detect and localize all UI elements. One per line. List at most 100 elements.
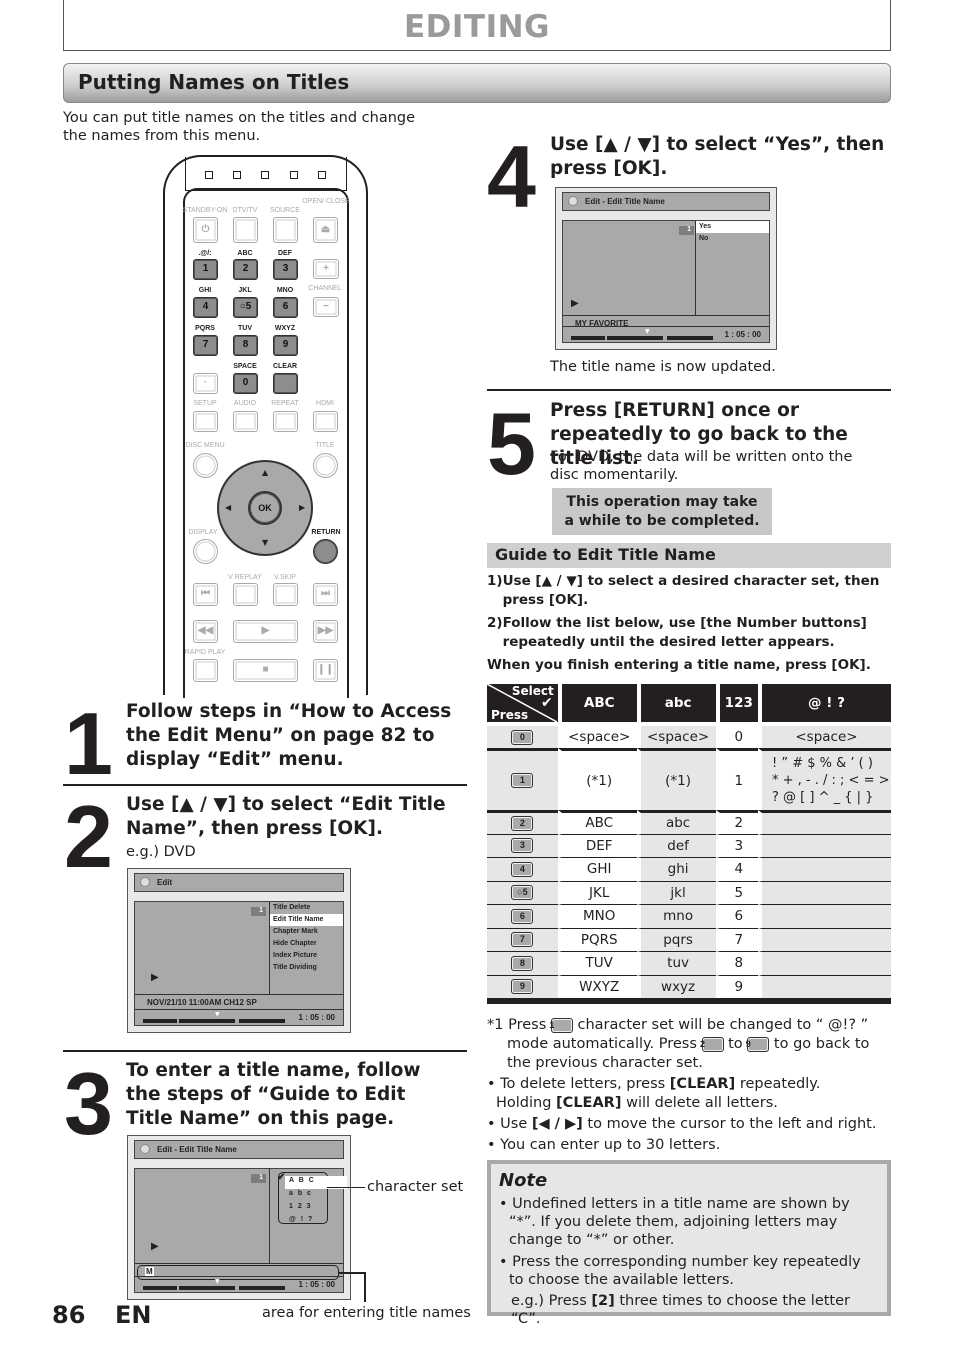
table-row: 7 PQRS pqrs 7 bbox=[487, 927, 891, 951]
clear-button[interactable] bbox=[273, 373, 298, 394]
key-1-icon: 1 bbox=[549, 1017, 573, 1033]
character-set-panel: ✔ A B Ca b c1 2 3 @ ! ? bbox=[269, 1169, 347, 1263]
skip-forward-button[interactable]: ⏭ bbox=[313, 583, 338, 606]
charset-option[interactable]: @ ! ? bbox=[287, 1215, 339, 1228]
skip-back-button[interactable]: ⏮ bbox=[193, 583, 218, 606]
table-cell: 6 bbox=[715, 904, 758, 928]
corner-press: Press bbox=[491, 708, 529, 722]
screen-title: Edit bbox=[157, 878, 173, 887]
corner-header: Select ✔ Press bbox=[487, 684, 558, 722]
right-arrow-icon[interactable]: ▶ bbox=[299, 503, 305, 512]
menu-item[interactable]: Title Dividing bbox=[270, 962, 343, 974]
menu-item[interactable]: No bbox=[696, 233, 769, 245]
disc-menu-button[interactable] bbox=[193, 453, 218, 478]
rewind-button[interactable]: ◀◀ bbox=[193, 620, 218, 643]
table-cell: 9 bbox=[715, 974, 758, 998]
key-1-button[interactable]: 1 bbox=[193, 259, 218, 280]
table-cell bbox=[758, 927, 891, 951]
number-key-icon: 7 bbox=[511, 932, 534, 948]
key-3-button[interactable]: 3 bbox=[273, 259, 298, 280]
table-cell: MNO bbox=[557, 904, 637, 928]
remote-label: HDMI bbox=[316, 400, 334, 407]
time-display: 1 : 05 : 00 bbox=[298, 1280, 335, 1289]
character-table: Select ✔ Press ABC abc 123 @ ! ? 0 <space> <space… bbox=[487, 684, 891, 1004]
v-replay-button[interactable] bbox=[233, 583, 258, 606]
indicator-light bbox=[318, 171, 326, 179]
table-cell bbox=[758, 904, 891, 928]
screen-title: Edit - Edit Title Name bbox=[157, 1145, 237, 1154]
audio-button[interactable] bbox=[233, 411, 258, 432]
hdmi-button[interactable] bbox=[313, 411, 338, 432]
step-2-title: Use [▲ / ▼] to select “Edit Title Name”,… bbox=[126, 794, 446, 839]
key-9-button[interactable]: 9 bbox=[273, 335, 298, 356]
play-button[interactable]: ▶ bbox=[233, 620, 298, 643]
note-item: • Press the corresponding number key rep… bbox=[499, 1254, 861, 1288]
key-0-button[interactable]: 0 bbox=[233, 373, 258, 394]
v-skip-button[interactable] bbox=[273, 583, 298, 606]
dtv-tv-button[interactable] bbox=[233, 217, 258, 243]
table-row: 1 (*1) (*1) 1! ” # $ % & ’ ( ) * + , - . / … bbox=[487, 748, 891, 810]
play-icon: ▶ bbox=[151, 1241, 159, 1252]
table-cell: mno bbox=[636, 904, 716, 928]
number-key-icon: 1 bbox=[511, 773, 534, 788]
menu-item[interactable]: Yes bbox=[696, 221, 769, 233]
key-7-button[interactable]: 7 bbox=[193, 335, 218, 356]
remote-control-illustration: STANDBY-ON DTV/TV SOURCE OPEN/ CLOSE ⏻ ⏏ .@/: A… bbox=[163, 155, 368, 698]
remote-label: OPEN/ CLOSE bbox=[302, 198, 350, 205]
menu-item[interactable]: Hide Chapter bbox=[270, 938, 343, 950]
key-2-icon: 2 bbox=[700, 1036, 724, 1052]
key-2-button[interactable]: 2 bbox=[233, 259, 258, 280]
menu-item[interactable]: Edit Title Name bbox=[270, 914, 343, 926]
setup-button[interactable] bbox=[193, 411, 218, 432]
table-cell: WXYZ bbox=[557, 974, 637, 998]
channel-up-button[interactable]: + bbox=[313, 259, 339, 279]
stop-button[interactable]: ■ bbox=[233, 659, 298, 682]
display-button[interactable] bbox=[193, 539, 218, 564]
dot-button[interactable]: · bbox=[193, 373, 218, 394]
source-button[interactable] bbox=[273, 217, 298, 243]
section-bar: Putting Names on Titles bbox=[63, 63, 891, 103]
table-cell bbox=[758, 833, 891, 857]
key-6-button[interactable]: 6 bbox=[273, 297, 298, 318]
pause-button[interactable]: ❙❙ bbox=[313, 659, 338, 682]
table-cell bbox=[758, 951, 891, 975]
menu-item[interactable]: Title Delete bbox=[270, 902, 343, 914]
up-arrow-icon[interactable]: ▲ bbox=[262, 468, 268, 477]
table-row: 4 GHI ghi 4 bbox=[487, 857, 891, 881]
key-4-button[interactable]: 4 bbox=[193, 297, 218, 318]
step-number: 5 bbox=[487, 394, 536, 493]
menu-item[interactable]: Chapter Mark bbox=[270, 926, 343, 938]
step-4-result: The title name is now updated. bbox=[550, 359, 776, 375]
table-cell: JKL bbox=[557, 880, 637, 904]
play-icon: ▶ bbox=[571, 298, 579, 309]
charset-option[interactable]: 1 2 3 bbox=[287, 1202, 339, 1215]
table-cell: 3 bbox=[715, 833, 758, 857]
repeat-button[interactable] bbox=[273, 411, 298, 432]
table-cell: ABC bbox=[557, 810, 637, 834]
title-button[interactable] bbox=[313, 453, 338, 478]
standby-on-button[interactable]: ⏻ bbox=[193, 217, 218, 243]
key-5-button[interactable]: ○5 bbox=[233, 297, 258, 318]
channel-down-button[interactable]: − bbox=[313, 297, 339, 317]
rapid-play-button[interactable] bbox=[193, 659, 218, 682]
chapter-title: EDITING bbox=[403, 9, 550, 45]
return-button[interactable] bbox=[313, 539, 338, 564]
remote-label: DISC MENU bbox=[185, 442, 225, 449]
ok-button[interactable]: OK bbox=[248, 491, 282, 525]
table-cell: 7 bbox=[715, 927, 758, 951]
remote-label: RETURN bbox=[311, 529, 341, 536]
menu-item[interactable]: Index Picture bbox=[270, 950, 343, 962]
charset-option[interactable]: a b c bbox=[287, 1189, 339, 1202]
guide-finish: When you finish entering a title name, p… bbox=[487, 657, 871, 673]
table-row: 6 MNO mno 6 bbox=[487, 904, 891, 928]
note-box: Note • Undefined letters in a title name… bbox=[487, 1160, 891, 1327]
remote-label: V.SKIP bbox=[274, 574, 296, 581]
bullet-limit: • You can enter up to 30 letters. bbox=[487, 1137, 721, 1153]
open-close-button[interactable]: ⏏ bbox=[313, 217, 338, 243]
down-arrow-icon[interactable]: ▼ bbox=[262, 538, 268, 547]
fast-forward-button[interactable]: ▶▶ bbox=[313, 620, 338, 643]
note-item: • Undefined letters in a title name are … bbox=[499, 1196, 850, 1248]
left-arrow-icon[interactable]: ◀ bbox=[225, 503, 231, 512]
key-8-button[interactable]: 8 bbox=[233, 335, 258, 356]
step-number: 3 bbox=[64, 1054, 113, 1153]
